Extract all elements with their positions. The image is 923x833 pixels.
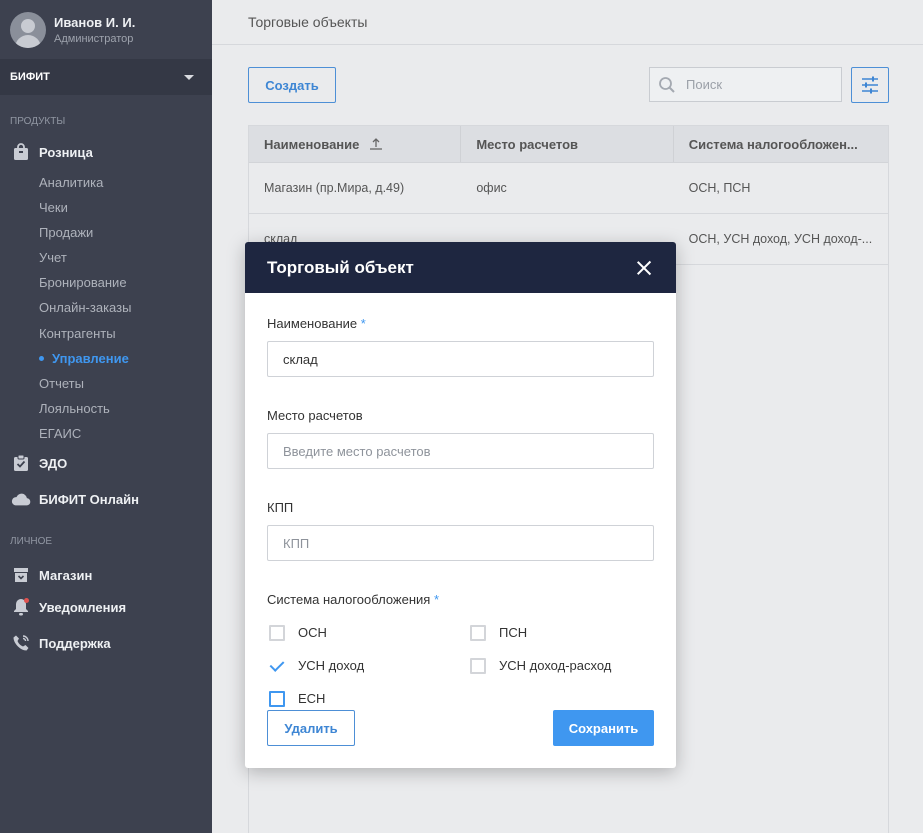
sidebar-item-online-orders[interactable]: Онлайн-заказы	[0, 295, 212, 320]
sidebar-item-receipts[interactable]: Чеки	[0, 195, 212, 220]
sidebar-item-retail[interactable]: Розница	[0, 136, 212, 168]
section-products: ПРОДУКТЫ	[10, 116, 66, 127]
checkbox-box[interactable]	[470, 657, 486, 674]
sidebar-item-label: Розница	[39, 144, 93, 160]
filter-button[interactable]	[851, 67, 889, 103]
trade-object-dialog: Торговый объект Наименование * Место рас…	[245, 242, 676, 768]
delete-button[interactable]: Удалить	[267, 710, 355, 746]
checkbox-osn[interactable]: ОСН	[267, 623, 468, 642]
user-role: Администратор	[54, 32, 134, 45]
close-icon[interactable]	[636, 260, 652, 276]
save-button[interactable]: Сохранить	[553, 710, 654, 746]
sidebar-item-sales[interactable]: Продажи	[0, 220, 212, 245]
user-profile[interactable]: Иванов И. И. Администратор	[0, 0, 212, 59]
kpp-field[interactable]	[267, 525, 654, 561]
dialog-header: Торговый объект	[245, 242, 676, 293]
cloud-icon	[11, 489, 31, 509]
sidebar-item-reports[interactable]: Отчеты	[0, 371, 212, 396]
kpp-label: КПП	[267, 500, 294, 515]
chevron-down-icon	[184, 74, 194, 80]
place-field[interactable]	[267, 433, 654, 469]
phone-icon	[11, 633, 31, 653]
tax-label: Система налогообложения *	[267, 592, 440, 607]
required-mark: *	[433, 592, 440, 607]
table-row[interactable]: Магазин (пр.Мира, д.49) офис ОСН, ПСН	[249, 163, 888, 214]
cell-tax: ОСН, УСН доход, УСН доход-...	[688, 232, 873, 246]
checkbox-psn[interactable]: ПСН	[468, 623, 654, 642]
cell-tax: ОСН, ПСН	[688, 181, 751, 195]
sidebar-item-booking[interactable]: Бронирование	[0, 270, 212, 295]
sidebar-item-bifit-online[interactable]: БИФИТ Онлайн	[0, 483, 212, 515]
sidebar-item-accounting[interactable]: Учет	[0, 245, 212, 270]
sidebar-item-label: Уведомления	[39, 599, 127, 615]
sliders-icon	[862, 76, 878, 94]
checkbox-box[interactable]	[269, 624, 285, 641]
org-name: БИФИТ	[10, 71, 50, 83]
checkbox-esn[interactable]: ЕСН	[267, 689, 468, 708]
required-mark: *	[360, 316, 366, 331]
create-button[interactable]: Создать	[248, 67, 336, 103]
avatar	[10, 11, 46, 48]
check-icon[interactable]	[269, 658, 285, 674]
sidebar-item-contractors[interactable]: Контрагенты	[0, 321, 212, 346]
sidebar-item-loyalty[interactable]: Лояльность	[0, 396, 212, 421]
cell-place: офис	[476, 181, 507, 195]
cell-name: Магазин (пр.Мира, д.49)	[264, 181, 405, 195]
place-label: Место расчетов	[267, 408, 363, 423]
bag-icon	[11, 142, 31, 162]
sidebar-item-notifications[interactable]: Уведомления	[0, 591, 212, 623]
page-header: Торговые объекты	[212, 0, 923, 45]
sidebar-item-management[interactable]: Управление	[0, 346, 212, 371]
sidebar-item-analytics[interactable]: Аналитика	[0, 170, 212, 195]
sidebar-item-label: ЭДО	[39, 455, 68, 471]
sort-icon	[370, 138, 383, 150]
sidebar-item-support[interactable]: Поддержка	[0, 627, 212, 659]
checkbox-box[interactable]	[269, 690, 285, 707]
sidebar-item-egais[interactable]: ЕГАИС	[0, 421, 212, 446]
search-input[interactable]: Поиск	[649, 67, 842, 102]
sidebar-item-edo[interactable]: ЭДО	[0, 447, 212, 479]
section-personal: ЛИЧНОЕ	[10, 536, 53, 548]
box-icon	[11, 565, 31, 585]
dialog-title: Торговый объект	[267, 257, 414, 277]
sidebar-item-label: БИФИТ Онлайн	[39, 491, 139, 507]
checkbox-usn-income-expense[interactable]: УСН доход-расход	[468, 656, 654, 675]
checkbox-usn-income[interactable]: УСН доход	[267, 656, 468, 675]
checkbox-box[interactable]	[470, 624, 486, 641]
sidebar-item-label: Магазин	[39, 567, 93, 583]
clipboard-check-icon	[11, 453, 31, 473]
sidebar-item-shop[interactable]: Магазин	[0, 559, 212, 591]
user-name: Иванов И. И.	[54, 14, 136, 30]
sidebar-item-label: Поддержка	[39, 635, 111, 651]
org-selector[interactable]: БИФИТ	[0, 59, 212, 95]
column-header-name[interactable]: Наименование	[249, 126, 462, 162]
table-header: Наименование Место расчетов Система нало…	[249, 126, 888, 163]
search-placeholder: Поиск	[686, 77, 723, 92]
sidebar: Иванов И. И. Администратор БИФИТ ПРОДУКТ…	[0, 0, 212, 833]
name-label: Наименование *	[267, 316, 366, 331]
column-header-tax[interactable]: Система налогообложен...	[674, 126, 888, 162]
tax-options: ОСН ПСН УСН доход УСН доход-расход ЕСН	[267, 623, 654, 708]
bell-icon	[11, 597, 31, 617]
name-field[interactable]	[267, 341, 654, 377]
page-title: Торговые объекты	[248, 14, 368, 30]
column-header-place[interactable]: Место расчетов	[461, 126, 674, 162]
search-icon	[659, 76, 675, 93]
